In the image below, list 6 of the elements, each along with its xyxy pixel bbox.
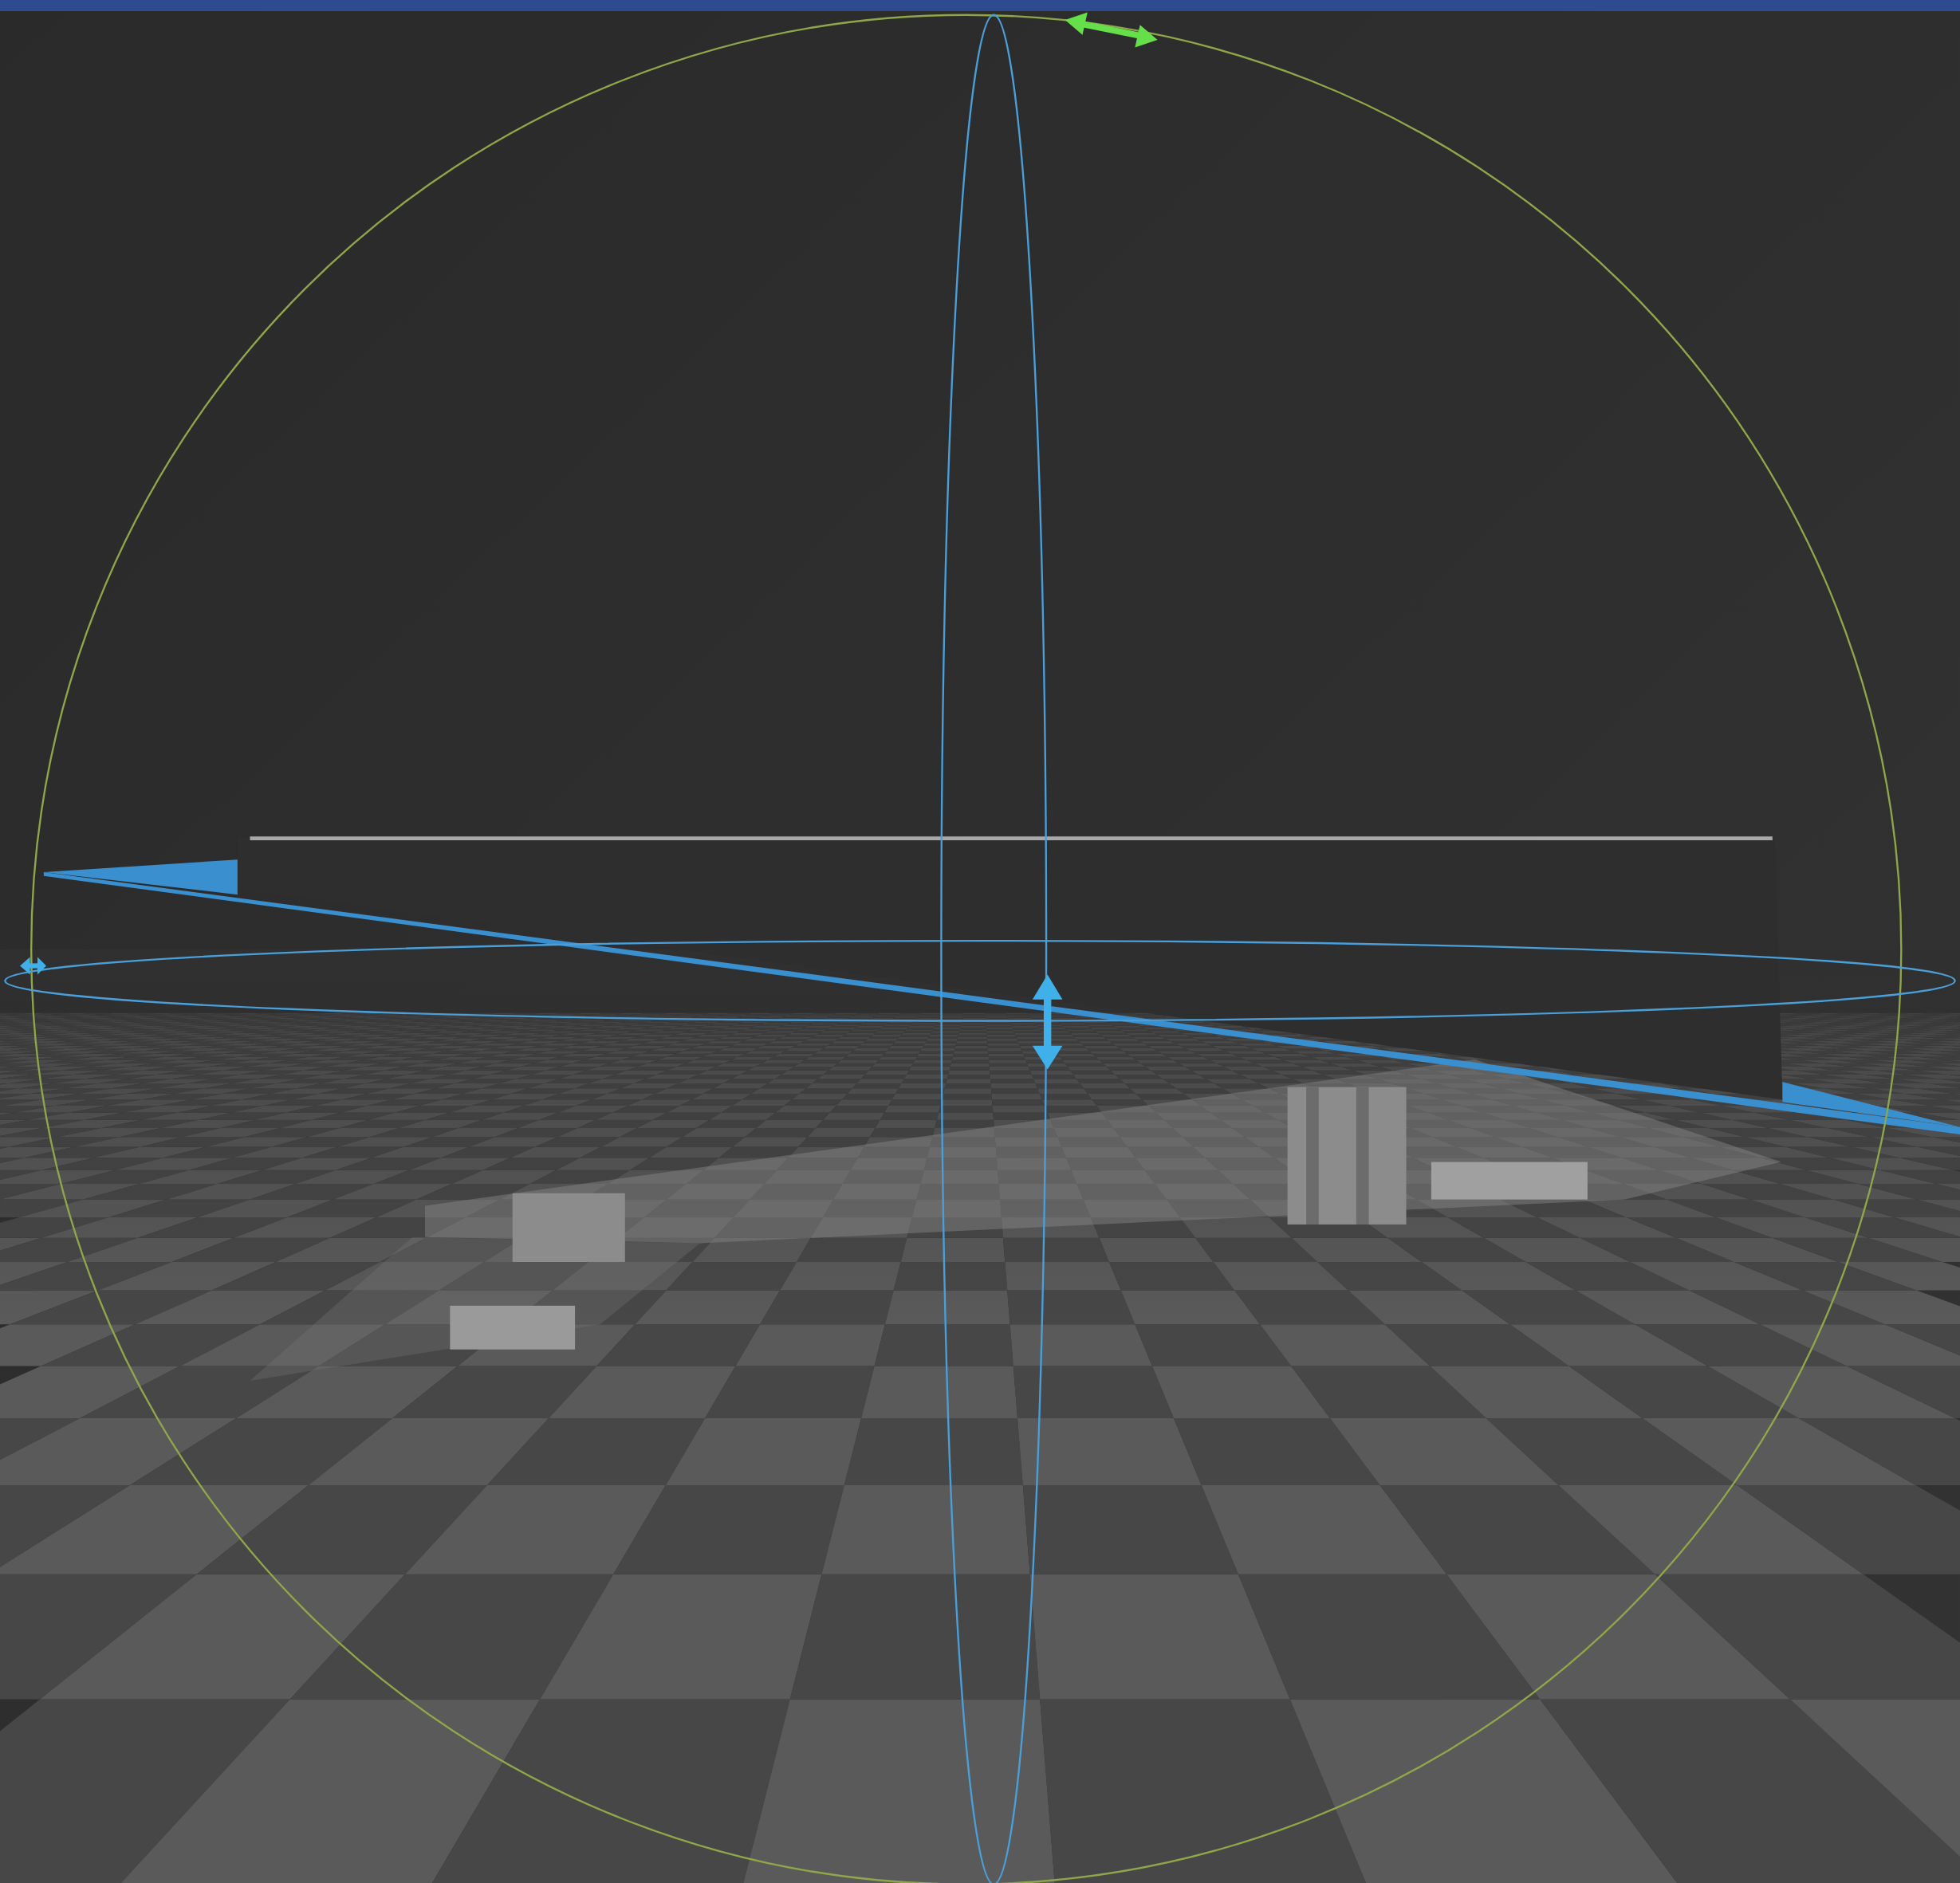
double-arrow-handle-icon[interactable] xyxy=(20,957,46,975)
rotation-ring[interactable] xyxy=(30,14,1903,1883)
double-arrow-handle-icon[interactable] xyxy=(1065,12,1158,48)
double-arrow-handle-icon[interactable] xyxy=(1032,974,1063,1070)
rotation-ring[interactable] xyxy=(4,940,1956,1022)
rotation-ring[interactable] xyxy=(940,14,1048,1883)
